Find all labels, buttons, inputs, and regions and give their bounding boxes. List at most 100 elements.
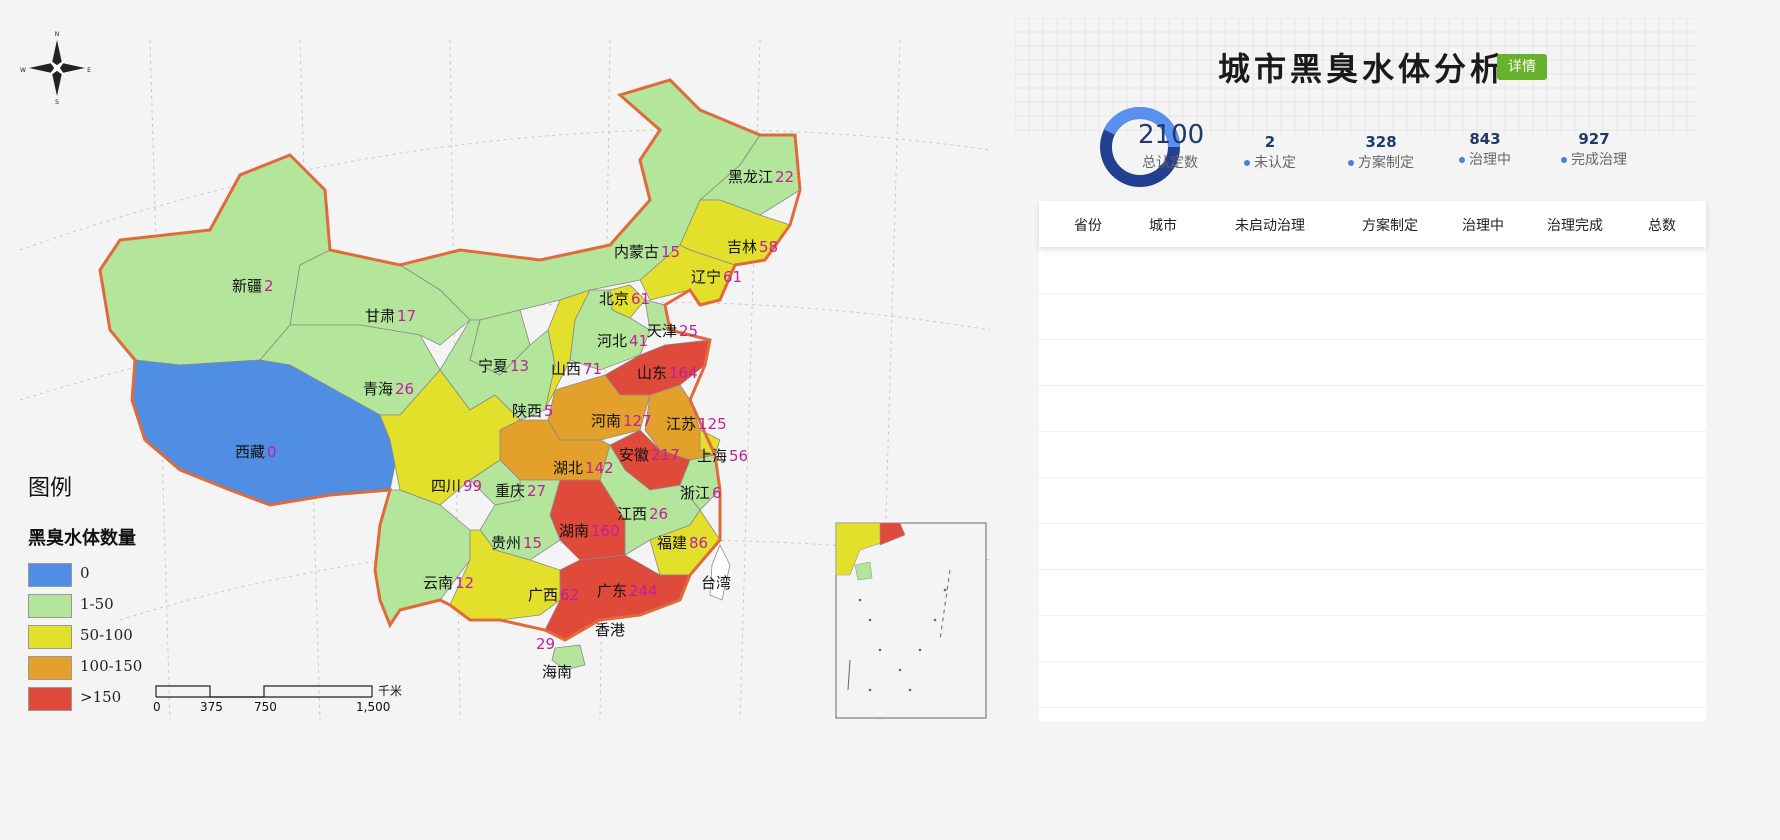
province-count: 13 xyxy=(510,357,530,375)
province-count: 15 xyxy=(661,243,681,261)
province-label: 福建 86 xyxy=(657,532,708,553)
province-name: 香港 xyxy=(595,621,626,639)
table-row[interactable] xyxy=(1039,615,1706,662)
province-label: 天津 25 xyxy=(647,320,698,341)
stat-in-progress: 843 治理中 xyxy=(1452,130,1518,169)
compass-rose-icon: N E S W xyxy=(20,31,91,106)
province-label: 浙江 6 xyxy=(680,482,722,503)
province-name: 安徽 xyxy=(619,446,650,464)
province-label: 香港 xyxy=(595,619,625,640)
col-header-in-progress[interactable]: 治理中 xyxy=(1462,215,1504,235)
province-name: 四川 xyxy=(431,477,462,495)
province-label: 北京 61 xyxy=(599,288,650,309)
province-count: 2 xyxy=(264,277,274,295)
compass-label: E xyxy=(87,67,91,74)
province-name: 广东 xyxy=(597,582,628,600)
map-panel: NESW 黑龙江 22 吉林 58 辽宁 61 内蒙古 15 北京 61 天津 25 河北 41 新疆 2 甘肃… xyxy=(0,0,990,720)
stat-plan: 328 方案制定 xyxy=(1340,133,1422,172)
stat-label: 治理中 xyxy=(1452,149,1518,169)
province-count: 29 xyxy=(536,635,556,653)
legend-item: 100-150 xyxy=(28,656,228,680)
col-header-plan[interactable]: 方案制定 xyxy=(1362,215,1418,235)
province-label: 河南 127 xyxy=(591,410,652,431)
province-name: 福建 xyxy=(657,534,688,552)
col-header-total[interactable]: 总数 xyxy=(1648,215,1676,235)
province-label: 新疆 2 xyxy=(232,275,274,296)
province-name: 河北 xyxy=(597,332,628,350)
province-count: 61 xyxy=(631,290,651,308)
province-name: 浙江 xyxy=(680,484,711,502)
compass-label: W xyxy=(20,67,26,74)
table-row[interactable] xyxy=(1039,569,1706,616)
province-name: 上海 xyxy=(697,447,728,465)
province-label: 吉林 58 xyxy=(727,236,778,257)
province-label: 湖北 142 xyxy=(553,457,614,478)
detail-button[interactable]: 详情 xyxy=(1497,54,1547,80)
legend-subtitle: 黑臭水体数量 xyxy=(28,528,136,549)
province-name: 青海 xyxy=(363,380,394,398)
province-label: 陕西 5 xyxy=(512,400,554,421)
province-label: 宁夏 13 xyxy=(478,355,529,376)
province-count: 86 xyxy=(689,534,709,552)
legend-label: 100-150 xyxy=(80,657,143,675)
province-label: 广东 244 xyxy=(597,580,658,601)
province-count: 164 xyxy=(669,364,698,382)
province-count: 17 xyxy=(397,307,417,325)
legend-label: 1-50 xyxy=(80,595,114,613)
province-count: 58 xyxy=(759,238,779,256)
legend-item: >150 xyxy=(28,687,228,711)
col-header-city[interactable]: 城市 xyxy=(1149,215,1177,235)
total-value: 2100 xyxy=(1138,120,1205,150)
province-label: 云南 12 xyxy=(423,572,474,593)
province-label: 安徽 217 xyxy=(619,444,680,465)
province-label: 辽宁 61 xyxy=(691,266,742,287)
province-count: 15 xyxy=(523,534,543,552)
province-label: 江西 26 xyxy=(617,503,668,524)
province-count: 41 xyxy=(629,332,649,350)
province-count: 127 xyxy=(623,412,652,430)
province-count: 71 xyxy=(583,360,603,378)
donut-ring-light-2 xyxy=(1103,107,1141,135)
table-row[interactable] xyxy=(1039,477,1706,524)
col-header-province[interactable]: 省份 xyxy=(1074,215,1102,235)
table-row[interactable] xyxy=(1039,385,1706,432)
stat-unidentified: 2 未认定 xyxy=(1240,133,1300,172)
compass-label: N xyxy=(55,31,60,38)
col-header-completed[interactable]: 治理完成 xyxy=(1547,215,1603,235)
legend-label: 0 xyxy=(80,564,90,582)
bullet-icon xyxy=(1561,157,1567,163)
province-name: 湖北 xyxy=(553,459,584,477)
south-china-sea-inset xyxy=(835,522,987,719)
province-label: 河北 41 xyxy=(597,330,648,351)
province-count: 25 xyxy=(679,322,699,340)
data-table: 省份 城市 未启动治理 方案制定 治理中 治理完成 总数 xyxy=(1039,201,1706,721)
legend-swatch xyxy=(28,687,72,711)
table-row[interactable] xyxy=(1039,247,1706,294)
province-label: 山东 164 xyxy=(637,362,698,383)
province-name: 西藏 xyxy=(235,443,266,461)
province-count: 142 xyxy=(585,459,614,477)
province-label: 黑龙江 22 xyxy=(728,166,794,187)
table-row[interactable] xyxy=(1039,339,1706,386)
scale-unit: 千米 xyxy=(378,684,403,698)
table-row[interactable] xyxy=(1039,293,1706,340)
province-name: 云南 xyxy=(423,574,454,592)
legend-swatch xyxy=(28,563,72,587)
compass-label: S xyxy=(55,99,59,106)
province-label: 四川 99 xyxy=(431,475,482,496)
province-count: 62 xyxy=(560,586,580,604)
province-label: 上海 56 xyxy=(697,445,748,466)
total-label: 总认定数 xyxy=(1142,155,1198,171)
table-row[interactable] xyxy=(1039,523,1706,570)
table-row[interactable] xyxy=(1039,661,1706,708)
province-count: 22 xyxy=(775,168,795,186)
province-label: 重庆 27 xyxy=(495,480,546,501)
province-name: 辽宁 xyxy=(691,268,722,286)
stat-label: 完成治理 xyxy=(1552,149,1636,169)
scale-tick-3: 1,500 xyxy=(356,700,391,714)
table-row[interactable] xyxy=(1039,431,1706,478)
col-header-not-started[interactable]: 未启动治理 xyxy=(1235,215,1305,235)
province-name: 天津 xyxy=(647,322,678,340)
legend-item: 1-50 xyxy=(28,594,228,618)
province-count: 27 xyxy=(527,482,547,500)
